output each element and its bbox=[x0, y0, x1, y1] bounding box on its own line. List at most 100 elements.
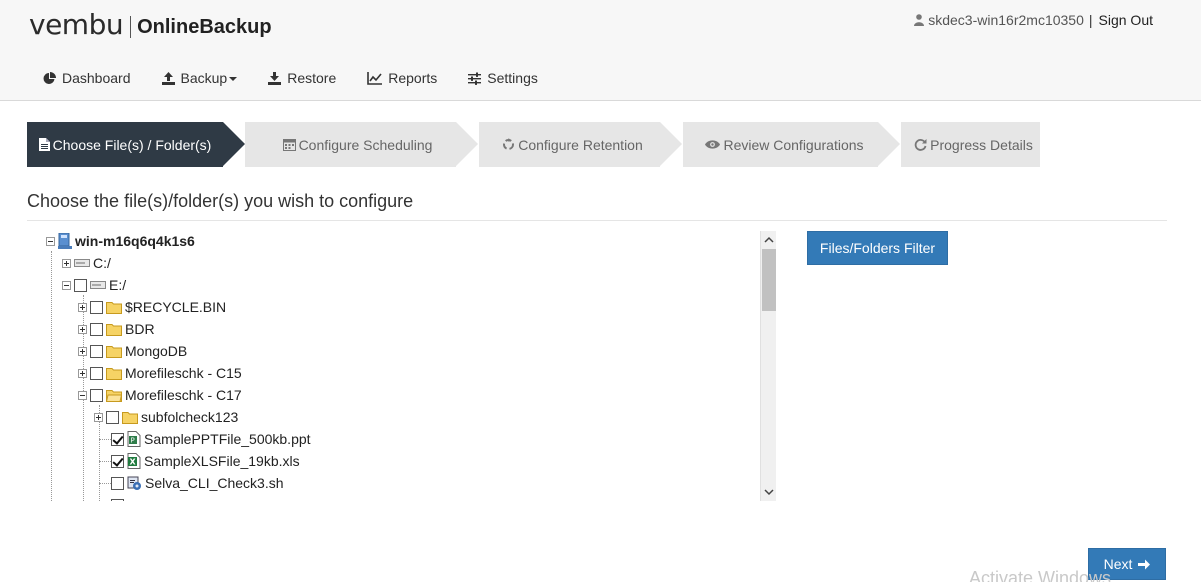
folder-icon bbox=[106, 345, 122, 358]
file-icon bbox=[38, 138, 50, 151]
wizard-steps: Choose File(s) / Folder(s) Configure Sch… bbox=[27, 122, 1040, 167]
tree-node-label: MongoDB bbox=[125, 343, 188, 359]
pie-chart-icon bbox=[43, 71, 56, 84]
tree-node-folder[interactable]: BDR bbox=[78, 319, 155, 339]
checkbox[interactable] bbox=[111, 432, 124, 446]
tree-node-file[interactable] bbox=[111, 495, 127, 501]
scroll-up-icon[interactable] bbox=[764, 235, 774, 245]
nav-reports-label: Reports bbox=[388, 70, 438, 86]
tree-connector bbox=[99, 461, 111, 462]
tree-scrollbar[interactable] bbox=[760, 231, 776, 501]
tree-node-folder[interactable]: $RECYCLE.BIN bbox=[78, 297, 226, 317]
expand-icon[interactable] bbox=[94, 412, 103, 422]
tree-node-label: Selva_CLI_Check3.sh bbox=[145, 475, 284, 491]
nav-restore-label: Restore bbox=[287, 70, 337, 86]
step-arrow bbox=[223, 122, 245, 166]
tree-node-label: Morefileschk - C15 bbox=[125, 365, 242, 381]
checkbox[interactable] bbox=[111, 498, 124, 501]
tree-node-label: C:/ bbox=[93, 255, 111, 271]
collapse-icon[interactable] bbox=[46, 236, 55, 246]
sign-out-link[interactable]: Sign Out bbox=[1099, 12, 1153, 28]
step-configure-scheduling[interactable]: Configure Scheduling bbox=[245, 122, 456, 167]
checkbox[interactable] bbox=[90, 322, 103, 336]
tree-node-folder[interactable]: Morefileschk - C17 bbox=[78, 385, 242, 405]
checkbox[interactable] bbox=[90, 344, 103, 358]
tree-node-folder[interactable]: Morefileschk - C15 bbox=[78, 363, 242, 383]
upload-icon bbox=[161, 71, 175, 85]
step-label: Progress Details bbox=[930, 136, 1033, 153]
nav-dashboard[interactable]: Dashboard bbox=[43, 70, 131, 86]
step-label: Review Configurations bbox=[723, 136, 864, 153]
user-box: skdec3-win16r2mc10350 | Sign Out bbox=[914, 12, 1153, 28]
step-choose-files[interactable]: Choose File(s) / Folder(s) bbox=[27, 122, 223, 167]
user-icon bbox=[914, 14, 925, 26]
tree-node-label: win-m16q6q4k1s6 bbox=[75, 233, 195, 249]
divider bbox=[27, 220, 1167, 221]
tree-node-drive-c[interactable]: C:/ bbox=[62, 253, 111, 273]
nav-backup-label: Backup bbox=[180, 70, 228, 86]
expand-icon[interactable] bbox=[78, 324, 87, 334]
step-progress-details[interactable]: Progress Details bbox=[901, 122, 1040, 167]
folder-icon bbox=[106, 367, 122, 380]
powerpoint-file-icon: P bbox=[127, 431, 141, 447]
product-name: OnlineBackup bbox=[137, 15, 272, 38]
checkbox[interactable] bbox=[90, 366, 103, 380]
nav-restore[interactable]: Restore bbox=[268, 70, 336, 86]
calendar-icon bbox=[282, 139, 296, 151]
checkbox[interactable] bbox=[111, 454, 124, 468]
tree-node-file[interactable]: Selva_CLI_Check3.sh bbox=[111, 473, 284, 493]
folder-icon bbox=[106, 301, 122, 314]
folder-open-icon bbox=[106, 389, 122, 402]
tree-node-root[interactable]: win-m16q6q4k1s6 bbox=[46, 231, 195, 251]
nav-reports[interactable]: Reports bbox=[367, 70, 437, 86]
computer-icon bbox=[58, 233, 72, 249]
checkbox[interactable] bbox=[90, 388, 103, 402]
checkbox[interactable] bbox=[74, 278, 87, 292]
step-configure-retention[interactable]: Configure Retention bbox=[479, 122, 660, 167]
tree-node-file[interactable]: X SampleXLSFile_19kb.xls bbox=[111, 451, 300, 471]
collapse-icon[interactable] bbox=[62, 280, 71, 290]
eye-icon bbox=[705, 140, 721, 149]
tree-connector bbox=[51, 251, 52, 501]
tree-node-folder[interactable]: subfolcheck123 bbox=[94, 407, 238, 427]
nav-dashboard-label: Dashboard bbox=[62, 70, 131, 86]
tree-node-label: E:/ bbox=[109, 277, 127, 293]
tree-connector bbox=[99, 439, 111, 440]
collapse-icon[interactable] bbox=[78, 390, 87, 400]
svg-text:P: P bbox=[131, 437, 135, 445]
refresh-icon bbox=[914, 139, 927, 151]
tree-node-file[interactable]: P SamplePPTFile_500kb.ppt bbox=[111, 429, 311, 449]
checkbox[interactable] bbox=[111, 476, 124, 490]
expand-icon[interactable] bbox=[78, 302, 87, 312]
arrow-right-icon bbox=[1138, 559, 1151, 569]
vembu-logo: vembu OnlineBackup bbox=[29, 9, 272, 41]
activate-windows-watermark: Activate Windows bbox=[969, 568, 1112, 582]
logo-word: vembu bbox=[29, 8, 124, 41]
nav-backup[interactable]: Backup bbox=[161, 70, 238, 86]
download-icon bbox=[268, 71, 282, 85]
expand-icon[interactable] bbox=[62, 258, 71, 268]
scrollbar-thumb[interactable] bbox=[762, 249, 776, 311]
step-label: Configure Scheduling bbox=[298, 136, 433, 153]
step-arrow bbox=[878, 122, 900, 166]
step-label: Configure Retention bbox=[518, 136, 643, 153]
folder-icon bbox=[106, 323, 122, 336]
scroll-down-icon[interactable] bbox=[764, 487, 774, 497]
tree-node-label: Morefileschk - C17 bbox=[125, 387, 242, 403]
tree-node-label: $RECYCLE.BIN bbox=[125, 299, 227, 315]
tree-node-label: SamplePPTFile_500kb.ppt bbox=[144, 431, 311, 447]
step-review-configurations[interactable]: Review Configurations bbox=[683, 122, 878, 167]
chevron-down-icon bbox=[229, 77, 238, 81]
page-title: Choose the file(s)/folder(s) you wish to… bbox=[27, 191, 414, 211]
expand-icon[interactable] bbox=[78, 346, 87, 356]
tree-node-label: SampleXLSFile_19kb.xls bbox=[144, 453, 300, 469]
expand-icon[interactable] bbox=[78, 368, 87, 378]
tree-node-drive-e[interactable]: E:/ bbox=[62, 275, 126, 295]
tree-node-folder[interactable]: MongoDB bbox=[78, 341, 187, 361]
logo-divider bbox=[130, 16, 132, 38]
files-folders-filter-button[interactable]: Files/Folders Filter bbox=[807, 231, 948, 265]
nav-settings[interactable]: Settings bbox=[468, 70, 538, 86]
checkbox[interactable] bbox=[90, 300, 103, 314]
checkbox[interactable] bbox=[106, 410, 119, 424]
folder-icon bbox=[122, 411, 138, 424]
